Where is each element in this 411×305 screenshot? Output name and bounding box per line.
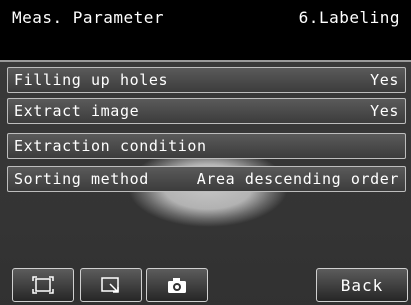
- param-label: Extract image: [14, 102, 140, 120]
- zoom-window-icon: [101, 277, 119, 293]
- param-value: Yes: [370, 102, 399, 120]
- param-label: Extraction condition: [14, 137, 207, 155]
- zoom-window-button[interactable]: [80, 268, 142, 302]
- param-row-filling-up-holes[interactable]: Filling up holes Yes: [7, 67, 406, 93]
- param-label: Filling up holes: [14, 71, 169, 89]
- tab-labeling[interactable]: 6.Labeling: [299, 8, 400, 27]
- param-row-extract-image[interactable]: Extract image Yes: [7, 98, 406, 124]
- param-value: Area descending order: [196, 170, 399, 188]
- camera-icon: [168, 278, 186, 293]
- param-row-sorting-method[interactable]: Sorting method Area descending order: [7, 166, 406, 192]
- fit-frame-icon: [32, 276, 54, 294]
- param-value: Yes: [370, 71, 399, 89]
- param-label: Sorting method: [14, 170, 149, 188]
- page-title: Meas. Parameter: [12, 8, 164, 27]
- back-label: Back: [340, 275, 384, 295]
- camera-button[interactable]: [146, 268, 208, 302]
- fit-frame-button[interactable]: [12, 268, 74, 302]
- param-row-extraction-condition[interactable]: Extraction condition: [7, 133, 406, 159]
- back-button[interactable]: Back: [316, 268, 408, 302]
- header-bar: Meas. Parameter 6.Labeling: [0, 0, 411, 62]
